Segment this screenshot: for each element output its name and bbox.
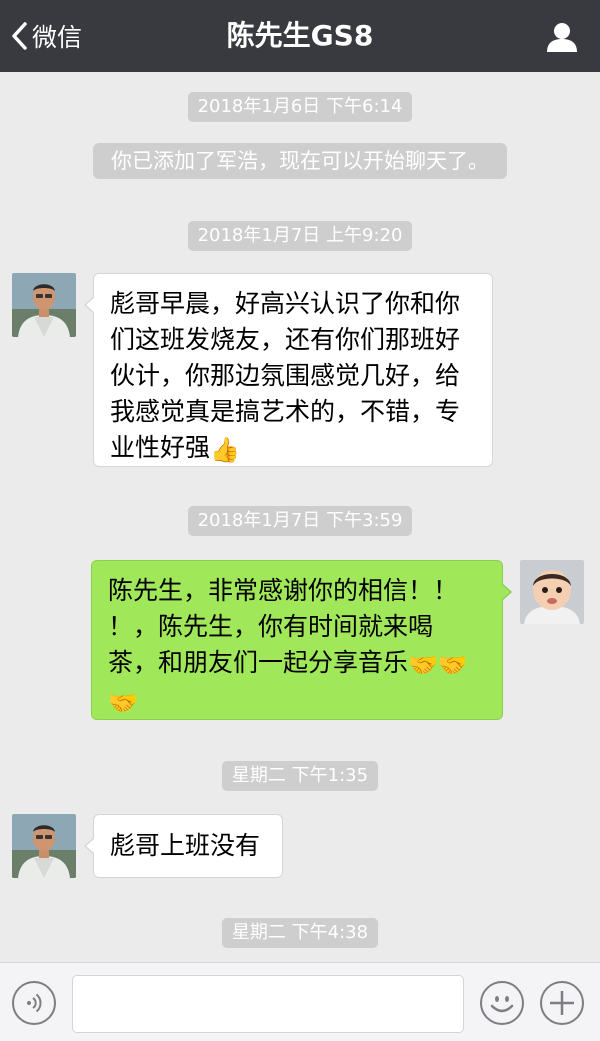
message-line: 茶，和朋友们一起分享音乐🤝🤝 xyxy=(108,645,486,683)
timestamp-row: 星期二 下午1:35 xyxy=(0,761,600,791)
message-line: 们这班发烧友，还有你们那班好 xyxy=(110,325,461,354)
message-text: 业性好强 xyxy=(110,433,211,462)
voice-button[interactable] xyxy=(12,981,56,1025)
message-text: 茶，和朋友们一起分享音乐 xyxy=(108,648,409,677)
message-line: 彪哥上班没有 xyxy=(110,831,261,860)
voice-icon xyxy=(27,993,42,1013)
handshake-icon: 🤝 xyxy=(408,651,438,679)
received-message-bubble[interactable]: 彪哥早晨，好高兴认识了你和你 们这班发烧友，还有你们那班好 伙计，你那边氛围感觉… xyxy=(84,273,493,468)
sent-message-bubble[interactable]: 陈先生，非常感谢你的相信！！ ！，陈先生，你有时间就来喝 茶，和朋友们一起分享音… xyxy=(91,560,512,721)
chat-title: 陈先生GS8 xyxy=(226,19,374,52)
timestamp: 2018年1月7日 下午3:59 xyxy=(187,506,413,536)
handshake-icon: 🤝 xyxy=(437,651,468,679)
timestamp-row: 2018年1月7日 下午3:59 xyxy=(0,506,600,536)
contact-profile-button[interactable] xyxy=(546,22,578,52)
system-message: 你已添加了军浩，现在可以开始聊天了。 xyxy=(93,143,507,179)
message-line: 陈先生，非常感谢你的相信！！ xyxy=(108,576,459,605)
contact-avatar[interactable] xyxy=(12,273,76,337)
chat-header: 微信 陈先生GS8 xyxy=(0,0,600,72)
man-avatar-image xyxy=(12,814,76,878)
plus-icon xyxy=(550,991,574,1015)
timestamp-row: 2018年1月6日 下午6:14 xyxy=(0,92,600,122)
message-line: 伙计，你那边氛围感觉几好，给 xyxy=(110,361,461,390)
message-line: 彪哥早晨，好高兴认识了你和你 xyxy=(110,289,461,318)
baby-avatar-image xyxy=(520,560,584,624)
man-avatar-image xyxy=(12,273,76,337)
message-line: ！，陈先生，你有时间就来喝 xyxy=(108,612,434,641)
contact-avatar[interactable] xyxy=(12,814,76,878)
more-button[interactable] xyxy=(540,981,584,1025)
message-line: 🤝 xyxy=(108,683,486,721)
thumbs-up-icon: 👍 xyxy=(210,436,240,464)
my-avatar[interactable] xyxy=(520,560,584,624)
input-bar xyxy=(0,962,600,1041)
timestamp-row: 星期二 下午4:38 xyxy=(0,918,600,948)
message-line: 我感觉真是搞艺术的，不错，专 xyxy=(110,397,461,426)
handshake-icon: 🤝 xyxy=(108,689,138,717)
timestamp: 2018年1月7日 上午9:20 xyxy=(187,221,413,251)
timestamp-row: 2018年1月7日 上午9:20 xyxy=(0,221,600,251)
smiley-icon xyxy=(490,996,514,1013)
timestamp: 星期二 下午4:38 xyxy=(221,918,379,948)
received-message-bubble[interactable]: 彪哥上班没有 xyxy=(84,814,283,878)
system-message-row: 你已添加了军浩，现在可以开始聊天了。 xyxy=(0,143,600,179)
timestamp: 星期二 下午1:35 xyxy=(221,761,379,791)
person-icon xyxy=(547,23,577,52)
message-line: 业性好强👍 xyxy=(110,430,474,468)
timestamp: 2018年1月6日 下午6:14 xyxy=(187,92,413,122)
message-input[interactable] xyxy=(72,975,464,1033)
emoji-button[interactable] xyxy=(480,981,524,1025)
